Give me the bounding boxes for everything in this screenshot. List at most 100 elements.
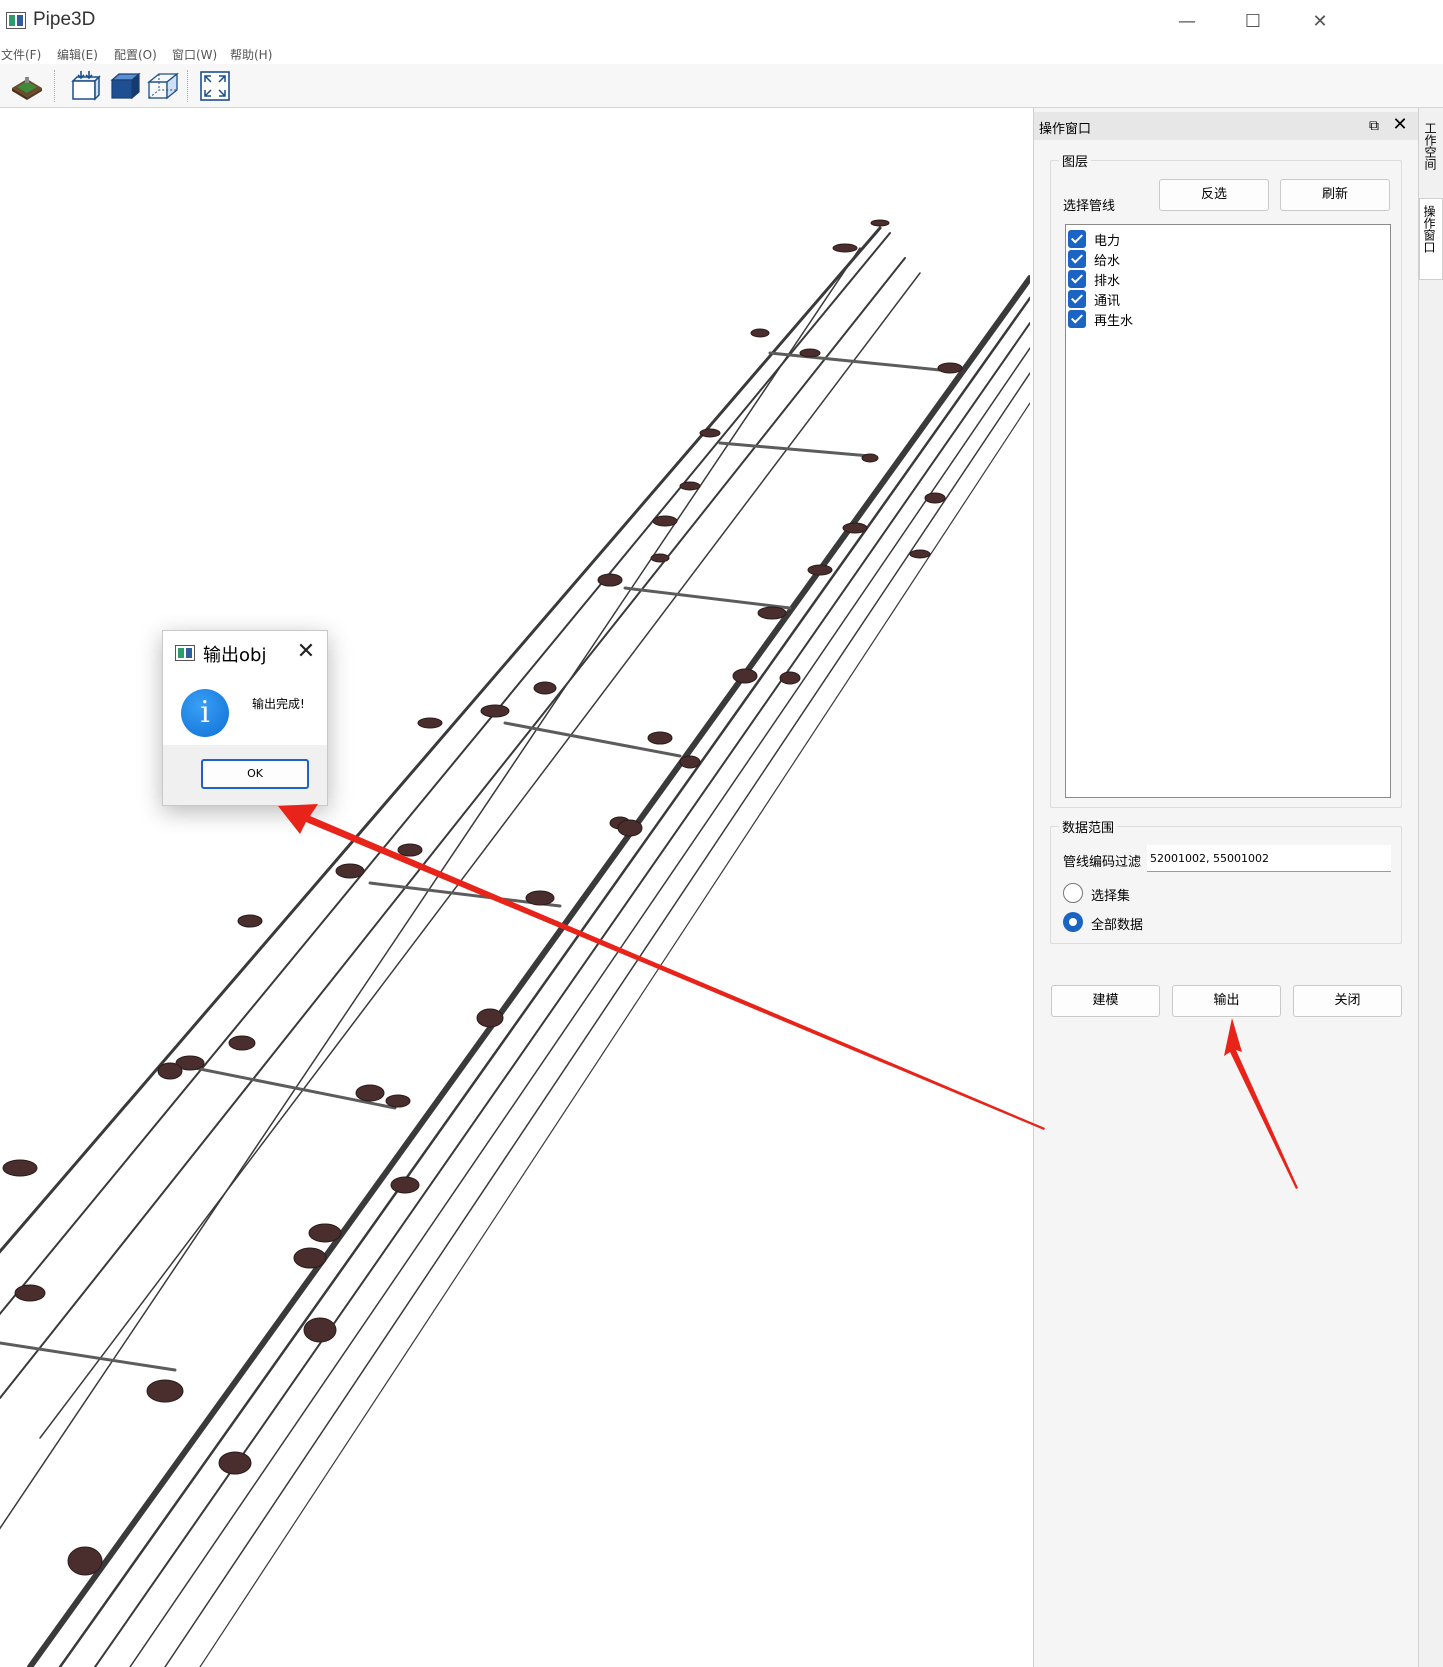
close-panel-button[interactable]: ✕ [1390,115,1410,135]
radio-label: 全部数据 [1091,918,1144,933]
manhole-cover [732,668,758,684]
manhole-cover [157,1062,183,1080]
manhole-cover [799,348,821,358]
checkbox[interactable] [1068,310,1086,328]
pipe-segment [129,347,1030,1667]
menu-config[interactable]: 配置(O) [114,46,157,63]
layer-label: 给水 [1094,254,1121,269]
manhole-cover [652,515,678,527]
manhole-cover [679,755,701,769]
refresh-button[interactable]: 刷新 [1280,179,1390,211]
operation-panel: 操作窗口 ⧉ ✕ 图层 选择管线 反选 刷新 电力 给水 排水 通讯 再生水 数… [1033,108,1418,1667]
wire-cube-icon[interactable] [146,68,182,104]
manhole-cover [617,819,643,837]
export-button[interactable]: 输出 [1172,985,1281,1017]
layers-group: 图层 选择管线 反选 刷新 电力 给水 排水 通讯 再生水 [1050,151,1402,808]
manhole-cover [303,1317,337,1343]
checkbox[interactable] [1068,290,1086,308]
dialog-title: 输出obj [203,645,267,666]
radio-all-data[interactable]: 全部数据 [1063,912,1263,934]
pipe-layer-list[interactable]: 电力 给水 排水 通讯 再生水 [1065,224,1391,798]
dialog-footer: OK [163,745,327,805]
dialog-message: 输出完成! [252,697,305,711]
minimize-button[interactable]: — [1172,8,1202,36]
manhole-cover [218,1451,252,1475]
pipe-code-filter-label: 管线编码过滤 [1063,855,1142,870]
manhole-cover [924,492,946,504]
layer-item-water-supply[interactable]: 给水 [1068,248,1268,269]
model-box-icon[interactable] [68,68,104,104]
pipe-segment [199,402,1030,1667]
toolbar [0,64,1443,108]
build-model-button[interactable]: 建模 [1051,985,1160,1017]
float-panel-button[interactable]: ⧉ [1364,116,1384,136]
radio-button[interactable] [1063,912,1083,932]
manhole-cover [909,549,931,559]
layer-label: 通讯 [1094,294,1121,309]
dialog-body: i 输出完成! [163,675,327,741]
pipe-network-scene [0,219,1030,1667]
manhole-cover [779,671,801,685]
radio-label: 选择集 [1091,889,1131,904]
menu-window[interactable]: 窗口(W) [172,46,217,63]
pipe-segment [0,232,891,1316]
title-bar: Pipe3D — ☐ ✕ [0,0,1443,44]
layer-item-drainage[interactable]: 排水 [1068,268,1268,289]
manhole-cover [650,553,670,563]
layer-item-telecom[interactable]: 通讯 [1068,288,1268,309]
menu-edit[interactable]: 编辑(E) [57,46,98,63]
manhole-cover [476,1008,504,1028]
solid-cube-icon[interactable] [108,68,144,104]
dialog-close-button[interactable]: ✕ [293,639,319,665]
layer-label: 电力 [1094,234,1121,249]
manhole-cover [355,1084,385,1102]
manhole-cover [807,564,833,576]
tab-operation-window[interactable]: 操作窗口 [1419,198,1443,280]
maximize-button[interactable]: ☐ [1238,8,1268,36]
manhole-cover [67,1546,103,1576]
manhole-cover [228,1035,256,1051]
window-title: Pipe3D [33,9,96,30]
manhole-cover [870,219,890,227]
side-tab-strip: 工作空间 操作窗口 [1418,108,1443,1667]
checkbox[interactable] [1068,230,1086,248]
manhole-cover [480,704,510,718]
menu-file[interactable]: 文件(F) [1,46,41,63]
tab-workspace[interactable]: 工作空间 [1419,116,1443,188]
toolbar-separator [187,70,189,102]
manhole-cover [750,328,770,338]
select-pipes-label: 选择管线 [1063,199,1116,214]
layers-group-title: 图层 [1059,151,1092,170]
dialog-app-icon [175,645,195,661]
manhole-cover [237,914,263,928]
manhole-cover [597,573,623,587]
manhole-cover [525,890,555,906]
radio-selection-set[interactable]: 选择集 [1063,883,1263,905]
invert-selection-button[interactable]: 反选 [1159,179,1269,211]
manhole-cover [861,453,879,463]
checkbox[interactable] [1068,250,1086,268]
layer-item-power[interactable]: 电力 [1068,228,1268,249]
toolbar-separator [54,70,56,102]
manhole-cover [146,1379,184,1403]
close-button[interactable]: ✕ [1305,8,1335,36]
checkbox[interactable] [1068,270,1086,288]
pipe-segment [58,296,1030,1667]
manhole-cover [647,731,673,745]
manhole-cover [832,243,858,253]
fit-view-icon[interactable] [197,68,233,104]
pipe-segment [0,257,906,1399]
layer-item-reclaimed-water[interactable]: 再生水 [1068,308,1268,329]
manhole-cover [757,606,787,620]
radio-button[interactable] [1063,883,1083,903]
ok-button[interactable]: OK [201,759,309,789]
layer-label: 排水 [1094,274,1121,289]
manhole-cover [679,481,701,491]
3d-viewport[interactable] [0,108,1030,1667]
export-obj-dialog: 输出obj ✕ i 输出完成! OK [162,630,328,806]
pipe-code-filter-input[interactable]: 52001002, 55001002 [1147,845,1391,872]
layer-label: 再生水 [1094,314,1134,329]
menu-help[interactable]: 帮助(H) [230,46,272,63]
close-dialog-button[interactable]: 关闭 [1293,985,1402,1017]
terrain-icon[interactable] [9,68,45,104]
